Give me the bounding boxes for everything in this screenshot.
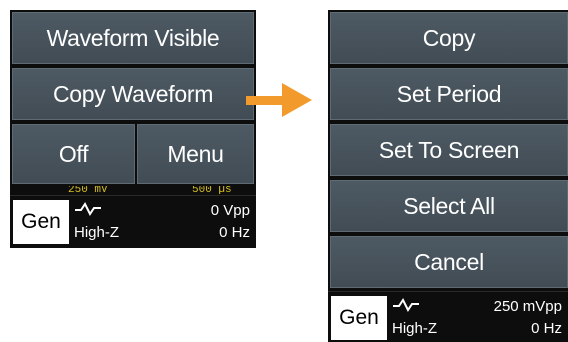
gen-amplitude: 0 Vpp	[210, 202, 250, 219]
generator-status-bar[interactable]: Gen High-Z 250 mVpp 0 Hz	[328, 291, 568, 342]
arrow-right-icon	[246, 83, 312, 117]
copy-button[interactable]: Copy	[330, 12, 568, 64]
waveform-visible-button[interactable]: Waveform Visible	[12, 12, 254, 64]
gen-label[interactable]: Gen	[331, 296, 387, 340]
gen-amplitude: 250 mVpp	[493, 298, 562, 315]
set-to-screen-button[interactable]: Set To Screen	[330, 124, 568, 176]
copy-menu-panel: Copy Set Period Set To Screen Select All…	[328, 10, 568, 342]
cancel-button[interactable]: Cancel	[330, 236, 568, 288]
gen-frequency: 0 Hz	[531, 320, 562, 337]
gen-impedance: High-Z	[392, 320, 438, 337]
time-scale-readout: 500 µs	[192, 186, 232, 194]
generator-status-bar[interactable]: Gen High-Z 0 Vpp 0 Hz	[10, 195, 256, 248]
gen-label[interactable]: Gen	[13, 200, 69, 244]
gen-frequency: 0 Hz	[219, 224, 250, 241]
vertical-scale-readout: 250 mV	[68, 186, 108, 194]
menu-button[interactable]: Menu	[137, 124, 254, 184]
copy-waveform-button[interactable]: Copy Waveform	[12, 68, 254, 120]
sine-wave-icon	[393, 298, 419, 312]
off-button[interactable]: Off	[12, 124, 135, 184]
gen-impedance: High-Z	[74, 224, 120, 241]
set-period-button[interactable]: Set Period	[330, 68, 568, 120]
select-all-button[interactable]: Select All	[330, 180, 568, 232]
sine-wave-icon	[75, 202, 101, 216]
left-softkey-panel: Waveform Visible Copy Waveform Off Menu …	[10, 10, 256, 248]
